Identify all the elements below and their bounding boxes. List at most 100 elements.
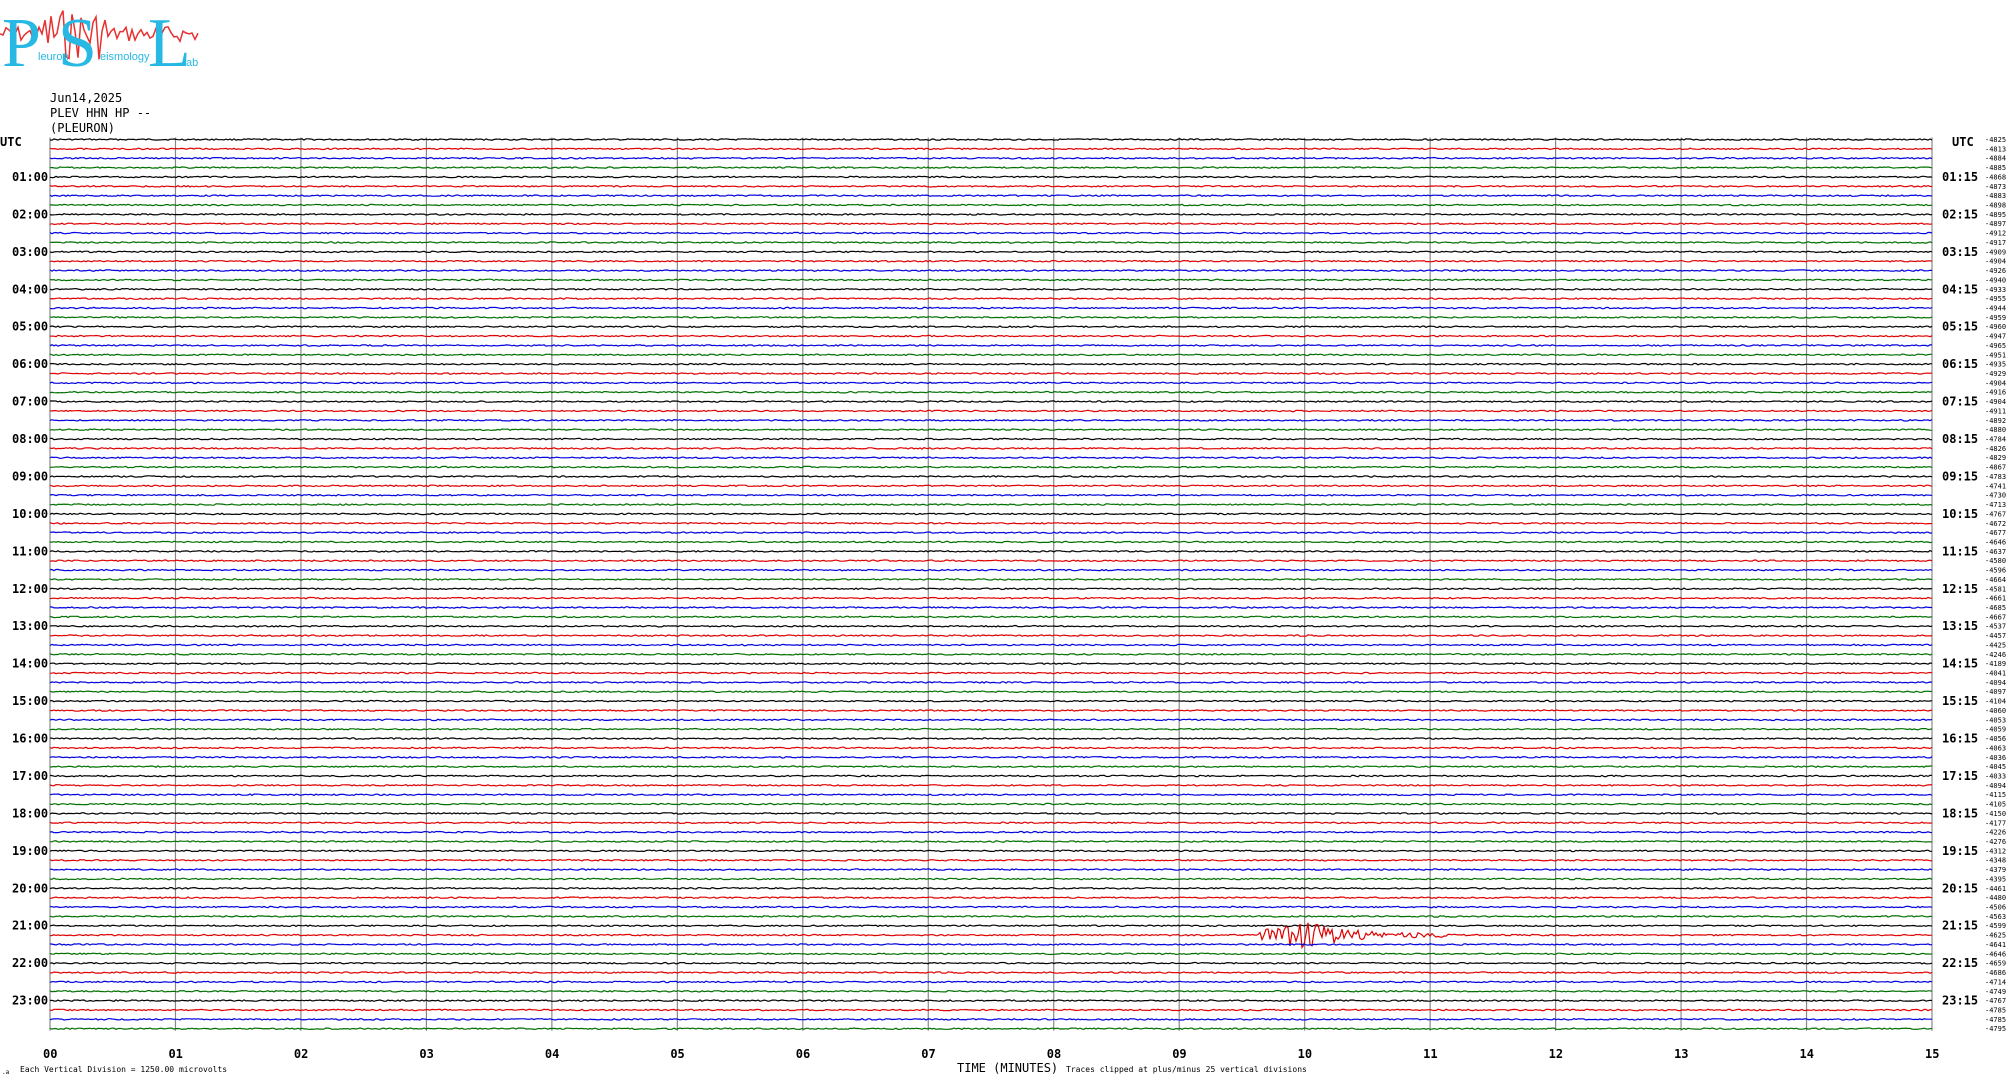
trace-offset-label: -4909 bbox=[1985, 248, 2006, 256]
right-hour-label: 07:15 bbox=[1942, 395, 1978, 409]
trace-offset-label: -4094 bbox=[1985, 782, 2006, 790]
trace-offset-label: -4795 bbox=[1985, 1025, 2006, 1033]
trace-line bbox=[49, 194, 1933, 198]
trace-offset-label: -4940 bbox=[1985, 276, 2006, 284]
trace-offset-label: -4041 bbox=[1985, 670, 2006, 678]
trace-line bbox=[49, 465, 1933, 469]
x-tick-label: 12 bbox=[1549, 1047, 1563, 1061]
trace-line bbox=[49, 812, 1933, 815]
trace-offset-label: -4897 bbox=[1985, 220, 2006, 228]
trace-offset-label: -4537 bbox=[1985, 623, 2006, 631]
trace-line bbox=[49, 362, 1933, 366]
trace-line bbox=[49, 166, 1933, 170]
trace-line bbox=[49, 989, 1933, 993]
right-hour-label: 02:15 bbox=[1942, 207, 1978, 221]
trace-offset-label: -4348 bbox=[1985, 857, 2006, 865]
trace-offset-label: -4596 bbox=[1985, 567, 2006, 575]
right-hour-label: 01:15 bbox=[1942, 170, 1978, 184]
trace-line bbox=[49, 568, 1933, 572]
trace-offset-label: -4659 bbox=[1985, 960, 2006, 968]
trace-line bbox=[49, 793, 1933, 797]
trace-line bbox=[49, 306, 1933, 310]
trace-offset-label: -4959 bbox=[1985, 314, 2006, 322]
x-tick-label: 05 bbox=[670, 1047, 684, 1061]
trace-line bbox=[49, 578, 1933, 581]
right-hour-label: 05:15 bbox=[1942, 320, 1978, 334]
trace-line bbox=[49, 156, 1933, 160]
trace-line bbox=[49, 512, 1933, 516]
trace-line bbox=[49, 1008, 1933, 1012]
trace-offset-label: -4189 bbox=[1985, 660, 2006, 668]
trace-line bbox=[49, 606, 1932, 609]
left-hour-label: 21:00 bbox=[12, 919, 48, 933]
trace-line bbox=[49, 821, 1933, 825]
left-hour-label: 05:00 bbox=[12, 320, 48, 334]
trace-offset-label: -4667 bbox=[1985, 613, 2006, 621]
trace-offset-label: -4911 bbox=[1985, 407, 2006, 415]
trace-offset-label: -4892 bbox=[1985, 417, 2006, 425]
trace-line bbox=[49, 727, 1933, 731]
trace-line bbox=[49, 690, 1933, 694]
trace-line bbox=[50, 372, 1933, 375]
trace-offset-label: -4563 bbox=[1985, 913, 2006, 921]
right-hour-label: 10:15 bbox=[1942, 507, 1978, 521]
trace-line bbox=[49, 680, 1933, 684]
trace-offset-label: -4749 bbox=[1985, 988, 2006, 996]
right-hour-label: 11:15 bbox=[1942, 544, 1978, 558]
trace-offset-label: -4829 bbox=[1985, 454, 2006, 462]
trace-offset-label: -4677 bbox=[1985, 529, 2006, 537]
trace-offset-label: -4395 bbox=[1985, 875, 2006, 883]
trace-line bbox=[49, 334, 1933, 338]
trace-line bbox=[49, 278, 1932, 282]
x-tick-label: 07 bbox=[921, 1047, 935, 1061]
trace-line bbox=[49, 287, 1933, 291]
left-hour-label: 14:00 bbox=[12, 657, 48, 671]
x-axis-label: TIME (MINUTES) bbox=[957, 1061, 1058, 1075]
trace-line bbox=[49, 774, 1933, 778]
trace-line bbox=[49, 858, 1933, 862]
trace-line bbox=[49, 390, 1933, 394]
trace-offset-label: -4926 bbox=[1985, 267, 2006, 275]
trace-line bbox=[50, 503, 1933, 506]
trace-offset-label: -4885 bbox=[1985, 164, 2006, 172]
trace-line bbox=[49, 905, 1933, 909]
left-hour-label: 04:00 bbox=[12, 282, 48, 296]
footer-right-note: Traces clipped at plus/minus 25 vertical… bbox=[1066, 1065, 1307, 1074]
trace-offset-label: -4045 bbox=[1985, 763, 2006, 771]
seismic-traces: -4825-4813 -4884-4885-4868 -4873-4883 -4898… bbox=[49, 136, 2006, 1033]
trace-line bbox=[49, 652, 1933, 656]
footer-left-note: Each Vertical Division = 1250.00 microvo… bbox=[20, 1065, 227, 1074]
trace-offset-label: -4933 bbox=[1985, 286, 2006, 294]
trace-line bbox=[49, 203, 1933, 207]
trace-line bbox=[49, 559, 1933, 563]
trace-offset-label: -4944 bbox=[1985, 304, 2006, 312]
trace-offset-label: -4917 bbox=[1985, 239, 2006, 247]
trace-line bbox=[49, 138, 1933, 141]
trace-offset-label: -4916 bbox=[1985, 389, 2006, 397]
trace-offset-label: -4625 bbox=[1985, 932, 2006, 940]
trace-offset-label: -4826 bbox=[1985, 445, 2006, 453]
trace-offset-label: -4904 bbox=[1985, 398, 2006, 406]
trace-offset-label: -4912 bbox=[1985, 230, 2006, 238]
trace-offset-label: -4785 bbox=[1985, 1016, 2006, 1024]
trace-offset-label: -4506 bbox=[1985, 904, 2006, 912]
trace-offset-label: -4713 bbox=[1985, 501, 2006, 509]
trace-line bbox=[49, 325, 1933, 329]
trace-offset-label: -4880 bbox=[1985, 426, 2006, 434]
trace-offset-label: -4115 bbox=[1985, 791, 2006, 799]
x-tick-label: 08 bbox=[1047, 1047, 1061, 1061]
trace-offset-label: -4276 bbox=[1985, 838, 2006, 846]
trace-offset-label: -4646 bbox=[1985, 538, 2006, 546]
x-tick-label: 02 bbox=[294, 1047, 308, 1061]
right-hour-label: 18:15 bbox=[1942, 806, 1978, 820]
trace-line bbox=[49, 212, 1933, 216]
trace-offset-label: -4664 bbox=[1985, 576, 2006, 584]
trace-offset-label: -4960 bbox=[1985, 323, 2006, 331]
left-hour-label: 16:00 bbox=[12, 732, 48, 746]
trace-line bbox=[49, 662, 1933, 666]
trace-line bbox=[49, 1017, 1932, 1021]
trace-line bbox=[49, 493, 1933, 497]
trace-line bbox=[49, 999, 1933, 1002]
trace-line bbox=[49, 840, 1933, 843]
left-hour-label: 10:00 bbox=[12, 507, 48, 521]
